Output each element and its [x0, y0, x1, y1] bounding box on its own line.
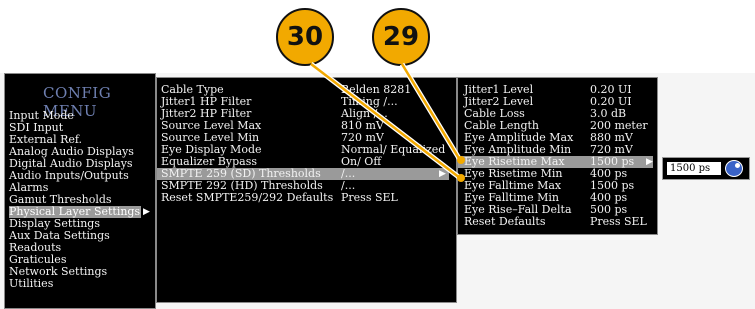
physical-layer-panel: Cable Type Belden 8281 Jitter1 HP Filter Ti…: [156, 77, 457, 303]
threshold-value[interactable]: Press SEL: [590, 216, 647, 228]
physical-layer-label[interactable]: Reset SMPTE259/292 Defaults: [161, 192, 333, 204]
chevron-right-icon: ▶: [143, 207, 150, 217]
config-menu-item[interactable]: Utilities: [9, 278, 53, 290]
sd-thresholds-panel: Jitter1 Level 0.20 UI Jitter2 Level 0.20 UI…: [457, 77, 658, 235]
threshold-label[interactable]: Reset Defaults: [464, 216, 546, 228]
callout-30: 30: [276, 8, 334, 66]
config-screen: CONFIG MENU Input Mode SDI Input External …: [0, 73, 755, 309]
physical-layer-value[interactable]: Press SEL: [341, 192, 398, 204]
chevron-right-icon: ▶: [439, 169, 446, 179]
value-adjust-field[interactable]: 1500 ps: [667, 162, 721, 175]
knob-icon[interactable]: [725, 160, 743, 177]
config-menu-panel: CONFIG MENU Input Mode SDI Input External …: [4, 73, 156, 309]
chevron-right-icon: ▶: [646, 157, 653, 167]
callout-29: 29: [372, 8, 430, 66]
value-adjust-control[interactable]: 1500 ps: [662, 157, 750, 180]
